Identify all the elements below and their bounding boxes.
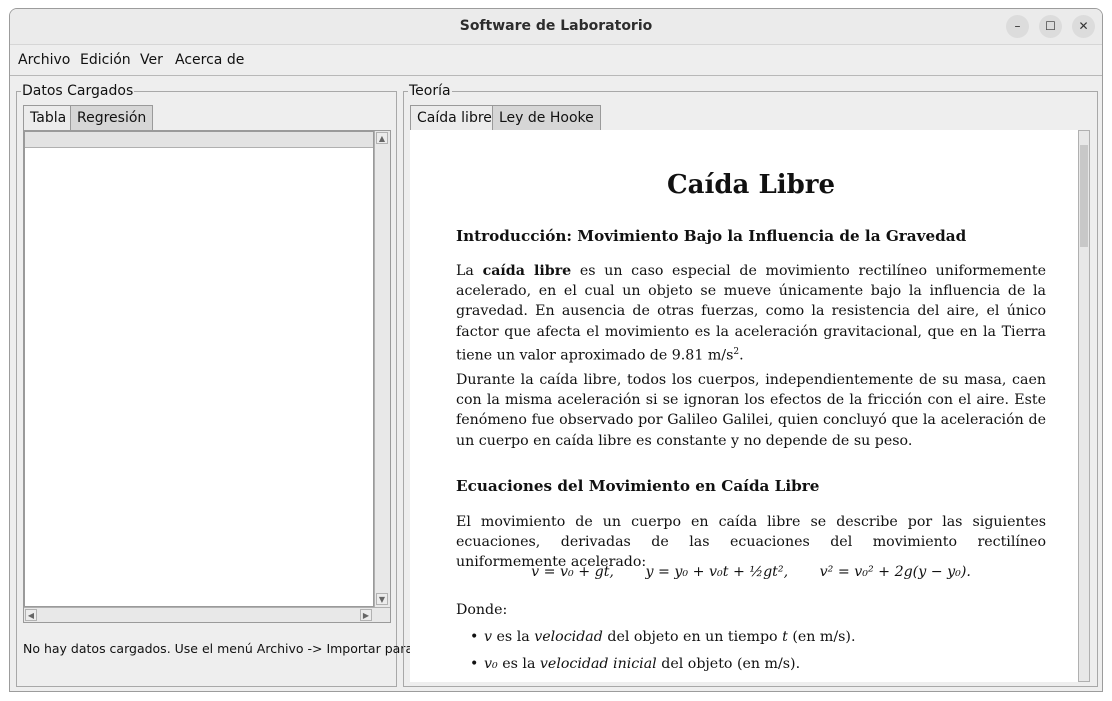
table-horizontal-scrollbar[interactable]: ◀ ▶ [24,607,390,622]
tab-caida-libre[interactable]: Caída libre [410,105,499,131]
menu-edicion[interactable]: Edición [80,52,131,68]
equation-velocity-squared: v² = v₀² + 2g(y − y₀). [819,564,971,580]
tab-regresion[interactable]: Regresión [70,105,154,131]
paragraph-introduction: La caída libre es un caso especial de mo… [456,263,1046,364]
app-window: Software de Laboratorio – ☐ ✕ Archivo Ed… [9,8,1103,692]
section-heading-introduction: Introducción: Movimiento Bajo la Influen… [456,227,967,245]
title-bar[interactable]: Software de Laboratorio – ☐ ✕ [10,9,1102,45]
table-header [25,132,373,148]
tab-ley-de-hooke[interactable]: Ley de Hooke [492,105,601,131]
close-button[interactable]: ✕ [1072,15,1095,38]
scroll-left-arrow-icon[interactable]: ◀ [25,609,37,621]
menu-bar: Archivo Edición Ver Acerca de [10,45,1102,76]
data-tab-content: ▲ ▼ ◀ ▶ [23,130,391,623]
paragraph-galileo: Durante la caída libre, todos los cuerpo… [456,372,1046,449]
data-table[interactable] [24,131,374,607]
maximize-button[interactable]: ☐ [1039,15,1062,38]
menu-ver[interactable]: Ver [140,52,163,68]
menu-archivo[interactable]: Archivo [18,52,70,68]
variable-list: v es la velocidad del objeto en un tiemp… [470,627,855,681]
scroll-up-arrow-icon[interactable]: ▲ [376,132,388,144]
window-title: Software de Laboratorio [459,18,653,34]
document-title: Caída Libre [666,170,836,200]
equations: v = v₀ + gt, y = y₀ + v₀t + ½gt², v² = v… [456,564,1046,580]
tab-tabla[interactable]: Tabla [23,105,74,131]
theory-title: Teoría [409,83,451,99]
section-heading-equations: Ecuaciones del Movimiento en Caída Libre [456,477,820,495]
theory-document[interactable]: Caída Libre Introducción: Movimiento Baj… [410,130,1078,682]
document-scroll-thumb[interactable] [1080,145,1088,247]
donde-label: Donde: [456,602,508,618]
menu-acerca-de[interactable]: Acerca de [175,52,244,68]
table-vertical-scrollbar[interactable]: ▲ ▼ [374,131,390,607]
scroll-down-arrow-icon[interactable]: ▼ [376,593,388,605]
list-item: v es la velocidad del objeto en un tiemp… [470,627,855,654]
equation-velocity: v = v₀ + gt, [531,564,614,580]
loaded-data-title: Datos Cargados [22,83,134,99]
minimize-button[interactable]: – [1006,15,1029,38]
status-message: No hay datos cargados. Use el menú Archi… [23,641,414,656]
list-item: v₀ es la velocidad inicial del objeto (e… [470,654,855,681]
equation-position: y = y₀ + v₀t + ½gt², [645,564,789,580]
scroll-right-arrow-icon[interactable]: ▶ [360,609,372,621]
document-vertical-scrollbar[interactable] [1078,130,1090,682]
